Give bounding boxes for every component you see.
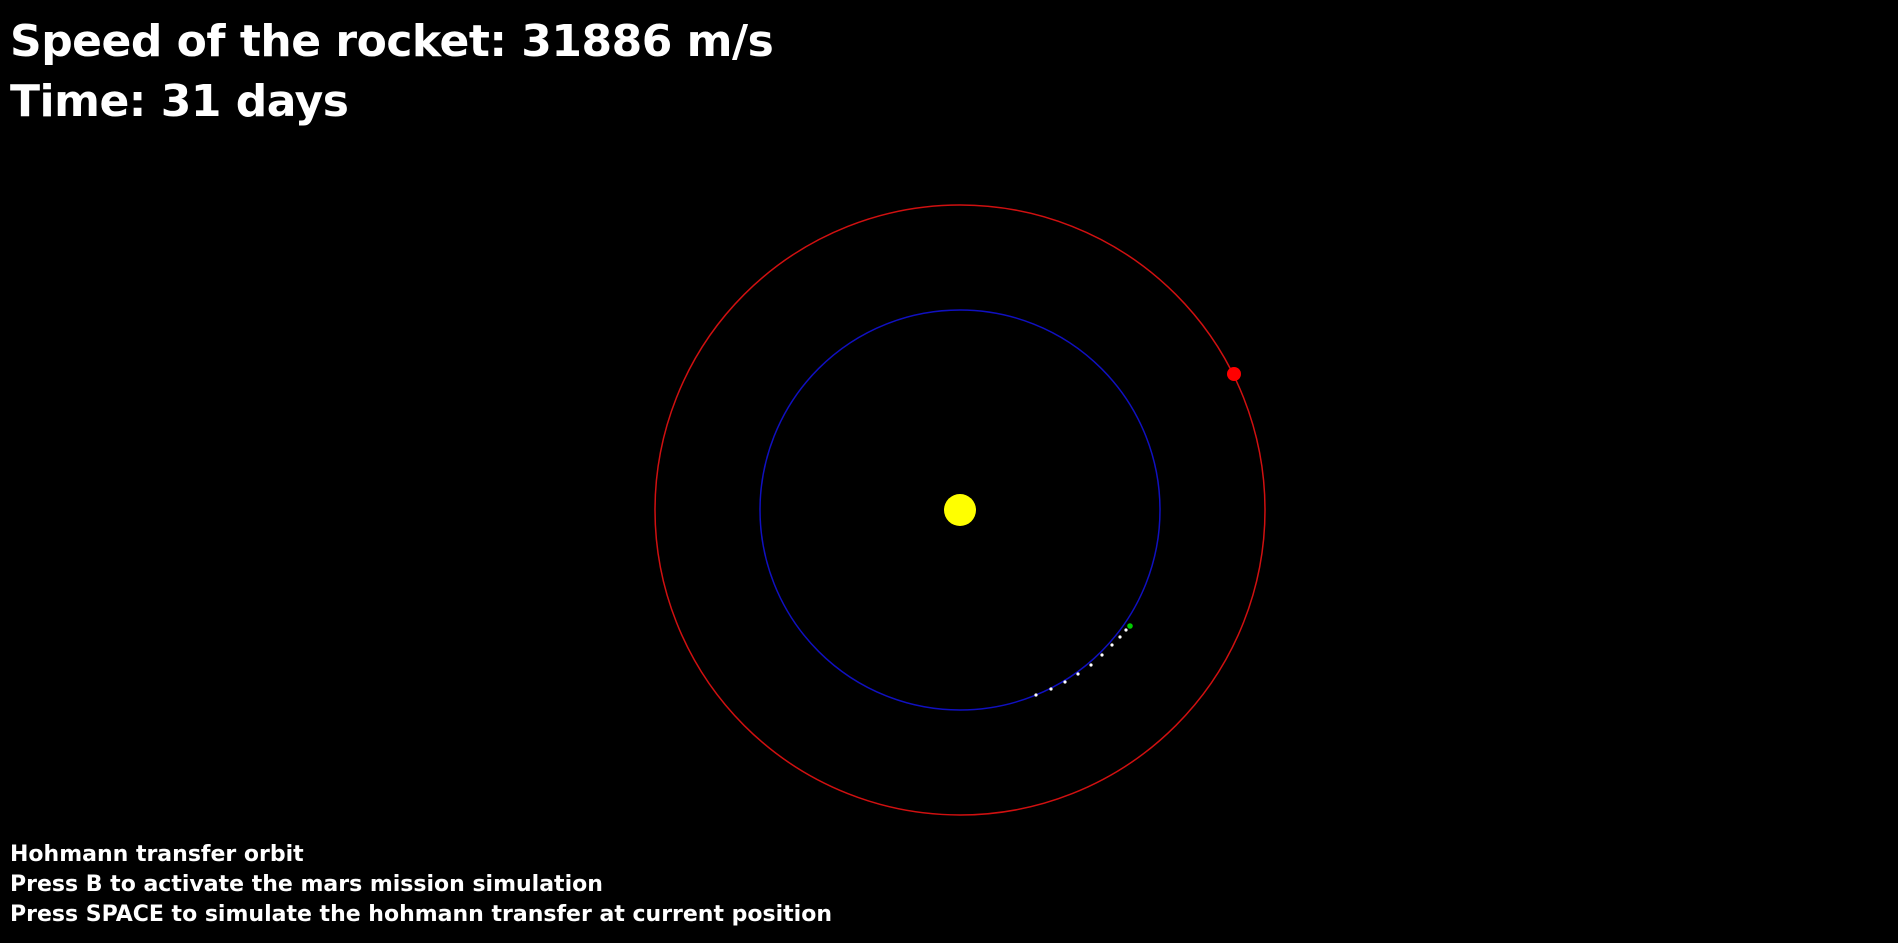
hud-stats: Speed of the rocket: 31886 m/s Time: 31 … bbox=[10, 12, 774, 132]
simulation-canvas[interactable]: Speed of the rocket: 31886 m/s Time: 31 … bbox=[0, 0, 1898, 943]
mars-planet bbox=[1227, 367, 1241, 381]
mode-label: Hohmann transfer orbit bbox=[10, 842, 304, 867]
orbit-scene bbox=[654, 204, 1266, 816]
elapsed-time-readout: Time: 31 days bbox=[10, 76, 349, 127]
instruction-press-b: Press B to activate the mars mission sim… bbox=[10, 872, 603, 897]
instructions-panel: Hohmann transfer orbit Press B to activa… bbox=[10, 840, 832, 930]
sun bbox=[944, 494, 976, 526]
instruction-press-space: Press SPACE to simulate the hohmann tran… bbox=[10, 902, 832, 927]
rocket-speed-readout: Speed of the rocket: 31886 m/s bbox=[10, 16, 774, 67]
rocket bbox=[1127, 623, 1133, 629]
